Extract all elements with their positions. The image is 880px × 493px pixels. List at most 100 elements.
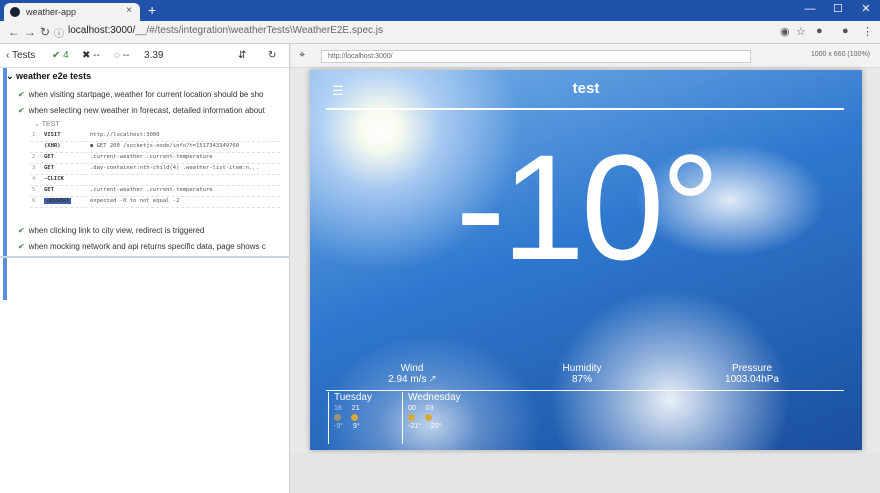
runner-stats-bar: ‹ Tests ✔ 4 ✖ -- ◌ -- 3.39 ⇵ ↻ <box>0 44 289 68</box>
address-bar: ← → ↻ ⓘ localhost:3000/__/#/tests/integr… <box>0 21 880 44</box>
cmd-msg: .day-container:nth-child(4) .weather-lis… <box>90 165 259 171</box>
forecast-hour: 00 <box>408 405 416 412</box>
wind-value: 2.94 m/s <box>388 374 427 385</box>
account-icon[interactable]: ● <box>842 25 849 37</box>
star-icon[interactable]: ☆ <box>796 25 806 38</box>
forecast-temp: -21° <box>408 423 421 430</box>
forecast-day-name: Tuesday <box>334 392 372 403</box>
forecast-divider <box>326 390 844 391</box>
rerun-icon[interactable]: ↻ <box>268 50 276 61</box>
forecast-hour: 21 <box>351 405 360 412</box>
suite-label: weather e2e tests <box>16 71 92 81</box>
forecast-hour: 03 <box>425 405 434 412</box>
cmd-num: 6 <box>32 198 36 204</box>
cmd-num: 4 <box>32 176 36 182</box>
test-item[interactable]: ✔ when clicking link to city view, redire… <box>18 226 204 235</box>
pressure-value: 1003.04hPa <box>725 374 779 385</box>
humidity-metric: Humidity 87% <box>512 363 652 385</box>
cmd-msg: expected -0 to not equal -2 <box>90 198 180 204</box>
menu-dots-icon[interactable]: ⋮ <box>862 25 873 38</box>
command-row[interactable]: (XHR) ● GET 200 /socketjs-node/info?t=151… <box>30 143 280 153</box>
cmd-name: -CLICK <box>44 176 64 182</box>
tab-close-icon[interactable]: × <box>126 5 132 16</box>
test-item[interactable]: ✔ when selecting new weather in forecast,… <box>18 106 265 115</box>
viewport-header: ⌖ http://localhost:3000/ 1000 x 660 (100… <box>291 44 880 68</box>
tab-bar: weather-app × + — ☐ ✕ <box>0 0 880 21</box>
weather-icon <box>351 414 358 421</box>
wind-label: Wind <box>400 363 424 374</box>
info-icon[interactable]: ⓘ <box>54 25 64 40</box>
scroll-toggle-icon[interactable]: ⇵ <box>238 50 246 61</box>
cmd-msg: ● GET 200 /socketjs-node/info?t=15173433… <box>90 143 240 149</box>
test-body-label: TEST <box>41 121 60 128</box>
current-temperature: -10° <box>455 123 721 291</box>
forecast-temp: 9° <box>353 423 360 430</box>
browser-tab[interactable]: weather-app × <box>4 3 140 21</box>
viewport-background <box>291 454 880 493</box>
app-title: test <box>572 80 600 97</box>
command-row[interactable]: 4 -CLICK <box>30 176 280 186</box>
test-item[interactable]: ✔ when mocking network and api returns sp… <box>18 242 266 251</box>
panel-divider <box>0 256 290 258</box>
command-row[interactable]: 5 GET .current-weather .current-temperatur… <box>30 187 280 197</box>
weather-icon <box>408 414 415 421</box>
cmd-msg: .current-weather .current-temperature <box>90 187 213 193</box>
url-path: __/#/tests/integration\weatherTests\Weat… <box>135 25 384 36</box>
maximize-button[interactable]: ☐ <box>824 0 852 21</box>
failed-count: ✖ -- <box>82 50 100 61</box>
command-row[interactable]: 2 GET .current-weather .current-temperatur… <box>30 154 280 164</box>
tests-back-label: Tests <box>11 50 36 61</box>
command-row[interactable]: 1 VISIT http://localhost:3000 <box>30 132 280 142</box>
cypress-extension-icon[interactable]: ● <box>816 25 823 37</box>
cmd-name: GET <box>44 154 54 160</box>
cmd-name: GET <box>44 165 54 171</box>
humidity-value: 87% <box>571 374 592 385</box>
passed-value: 4 <box>63 50 69 61</box>
cmd-msg: http://localhost:3000 <box>90 132 160 138</box>
pass-check-icon: ✔ <box>18 90 25 99</box>
test-label: when visiting startpage, weather for cur… <box>28 90 264 99</box>
pressure-metric: Pressure 1003.04hPa <box>682 363 822 385</box>
close-window-button[interactable]: ✕ <box>852 0 880 21</box>
forecast-day[interactable]: Wednesday 00 03 -21° 20° <box>408 392 461 430</box>
passed-count: ✔ 4 <box>52 50 69 61</box>
wind-direction-icon: 🡕 <box>429 374 436 385</box>
viewport-size: 1000 x 660 (100%) <box>810 51 870 58</box>
minimize-button[interactable]: — <box>796 0 824 21</box>
back-arrow-icon[interactable]: ← <box>8 25 20 39</box>
extension-icon[interactable]: ◉ <box>780 25 790 38</box>
command-row[interactable]: 6 -ASSERT expected -0 to not equal -2 <box>30 198 280 208</box>
test-label: when mocking network and api returns spe… <box>28 242 266 251</box>
command-row[interactable]: 3 GET .day-container:nth-child(4) .weather… <box>30 165 280 175</box>
humidity-label: Humidity <box>562 363 602 374</box>
reload-icon[interactable]: ↻ <box>40 25 50 39</box>
cypress-favicon-icon <box>10 7 20 17</box>
pending-value: -- <box>122 50 130 61</box>
test-label: when selecting new weather in forecast, … <box>28 106 265 115</box>
test-body-toggle[interactable]: ⌄ TEST <box>34 120 60 128</box>
tests-back-button[interactable]: ‹ Tests <box>6 50 35 61</box>
cmd-msg: .current-weather .current-temperature <box>90 154 213 160</box>
selector-playground-icon[interactable]: ⌖ <box>299 49 305 62</box>
forecast-temp: -9° <box>334 423 344 430</box>
cmd-name: GET <box>44 187 54 193</box>
forecast-hour: 18 <box>334 405 342 412</box>
weather-icon <box>334 414 341 421</box>
test-item[interactable]: ✔ when visiting startpage, weather for cu… <box>18 90 264 99</box>
test-label: when clicking link to city view, redirec… <box>28 226 205 235</box>
failed-value: -- <box>93 50 100 61</box>
forward-arrow-icon[interactable]: → <box>24 25 36 39</box>
cmd-name: (XHR) <box>44 143 61 149</box>
suite-title[interactable]: ⌄ weather e2e tests <box>6 71 91 82</box>
forecast-temp: 20° <box>430 423 442 430</box>
duration: 3.39 <box>144 50 164 61</box>
cmd-num: 5 <box>32 187 36 193</box>
tab-title: weather-app <box>26 7 77 17</box>
pass-check-icon: ✔ <box>18 106 25 115</box>
pass-check-icon: ✔ <box>18 226 25 235</box>
forecast-separator <box>328 392 329 444</box>
url-field[interactable]: localhost:3000/__/#/tests/integration\we… <box>68 25 383 36</box>
suite-indicator <box>3 68 7 300</box>
forecast-day[interactable]: Tuesday 18 21 -9° 9° <box>334 392 372 430</box>
new-tab-button[interactable]: + <box>148 2 156 18</box>
